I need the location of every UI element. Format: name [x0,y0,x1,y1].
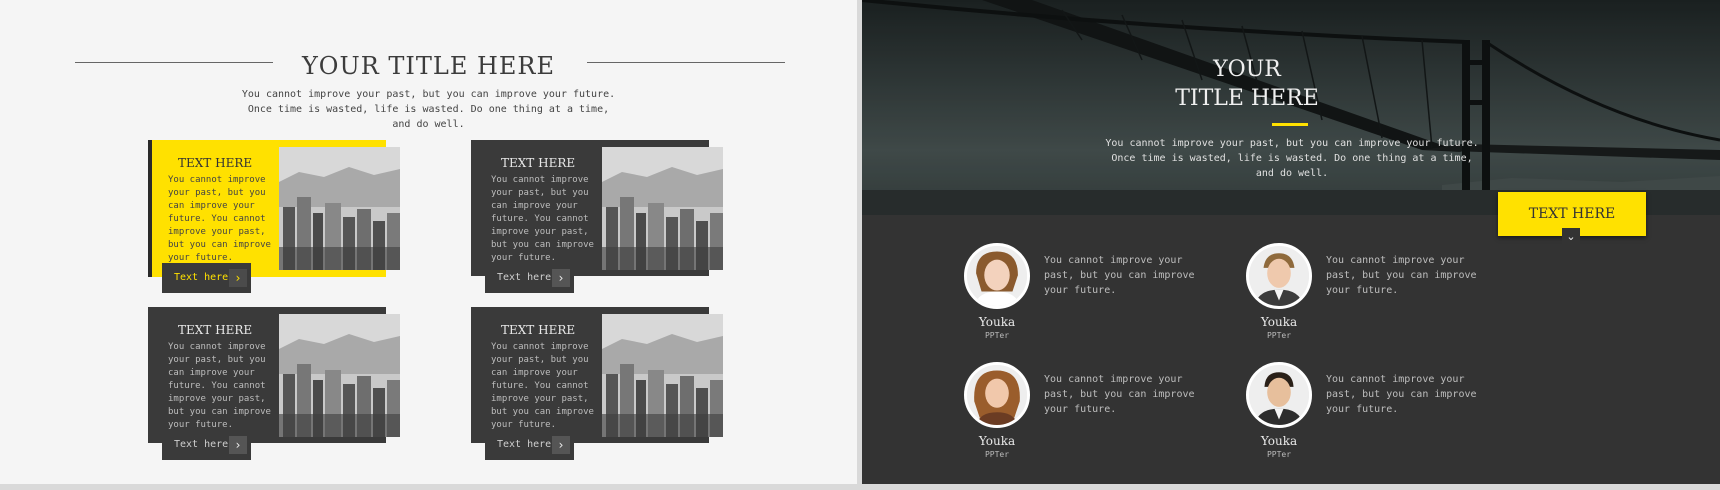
person-description: You cannot improve your past, but you ca… [1044,255,1195,296]
person-card-2: Youka PPTer You cannot improve your past… [1246,243,1546,353]
person-card-4: Youka PPTer You cannot improve your past… [1246,362,1546,472]
slide-subtitle: You cannot improve your past, but you ca… [241,89,616,130]
avatar [1246,243,1312,309]
card-body: You cannot improve your past, but you ca… [168,342,271,430]
title-accent-bar [1272,123,1308,126]
card-title: TEXT HERE [501,323,576,337]
card-button[interactable]: Text here › [162,263,251,293]
card-title: TEXT HERE [178,323,253,337]
card-body: You cannot improve your past, but you ca… [168,175,271,263]
slide-title-line-1: YOUR [1213,57,1281,82]
chevron-right-icon: › [229,436,247,454]
card-title: TEXT HERE [178,156,253,170]
person-name: Youka [1260,434,1298,448]
chevron-down-icon[interactable]: ⌄ [1562,228,1580,246]
person-name: Youka [978,315,1016,329]
card-button-label: Text here [174,439,229,450]
avatar [964,362,1030,428]
card-2: TEXT HERE You cannot improve your past, … [471,140,723,293]
person-role: PPTer [984,450,1010,459]
card-4: TEXT HERE You cannot improve your past, … [471,307,723,460]
person-description: You cannot improve your past, but you ca… [1326,255,1477,296]
person-name: Youka [1260,315,1298,329]
card-body: You cannot improve your past, but you ca… [491,342,594,430]
city-photo [279,314,400,437]
card-1: TEXT HERE You cannot improve your past, … [148,140,400,293]
card-button-label: Text here [174,272,229,283]
chevron-right-icon: › [552,436,570,454]
slide-title: YOUR TITLE HERE [301,52,556,80]
card-button[interactable]: Text here › [485,263,574,293]
person-card-1: Youka PPTer You cannot improve your past… [964,243,1264,353]
city-photo [602,314,723,437]
card-body: You cannot improve your past, but you ca… [491,175,594,263]
person-role: PPTer [1266,331,1292,340]
avatar [964,243,1030,309]
person-description: You cannot improve your past, but you ca… [1326,374,1477,415]
tag-label: TEXT HERE [1528,206,1616,222]
card-button-label: Text here [497,272,552,283]
slide-title-line-2: TITLE HERE [1175,86,1319,111]
left-slide: YOUR TITLE HERE You cannot improve your … [0,0,857,484]
person-card-3: Youka PPTer You cannot improve your past… [964,362,1264,472]
card-button-label: Text here [497,439,552,450]
city-photo [602,147,723,270]
person-name: Youka [978,434,1016,448]
slide-subtitle: You cannot improve your past, but you ca… [1105,138,1479,179]
card-3: TEXT HERE You cannot improve your past, … [148,307,400,460]
city-photo [279,147,400,270]
card-button[interactable]: Text here › [485,430,574,460]
avatar [1246,362,1312,428]
person-role: PPTer [984,331,1010,340]
chevron-right-icon: › [552,269,570,287]
chevron-right-icon: › [229,269,247,287]
right-slide: YOUR TITLE HERE You cannot improve your … [862,0,1720,484]
card-title: TEXT HERE [501,156,576,170]
card-button[interactable]: Text here › [162,430,251,460]
person-role: PPTer [1266,450,1292,459]
person-description: You cannot improve your past, but you ca… [1044,374,1195,415]
